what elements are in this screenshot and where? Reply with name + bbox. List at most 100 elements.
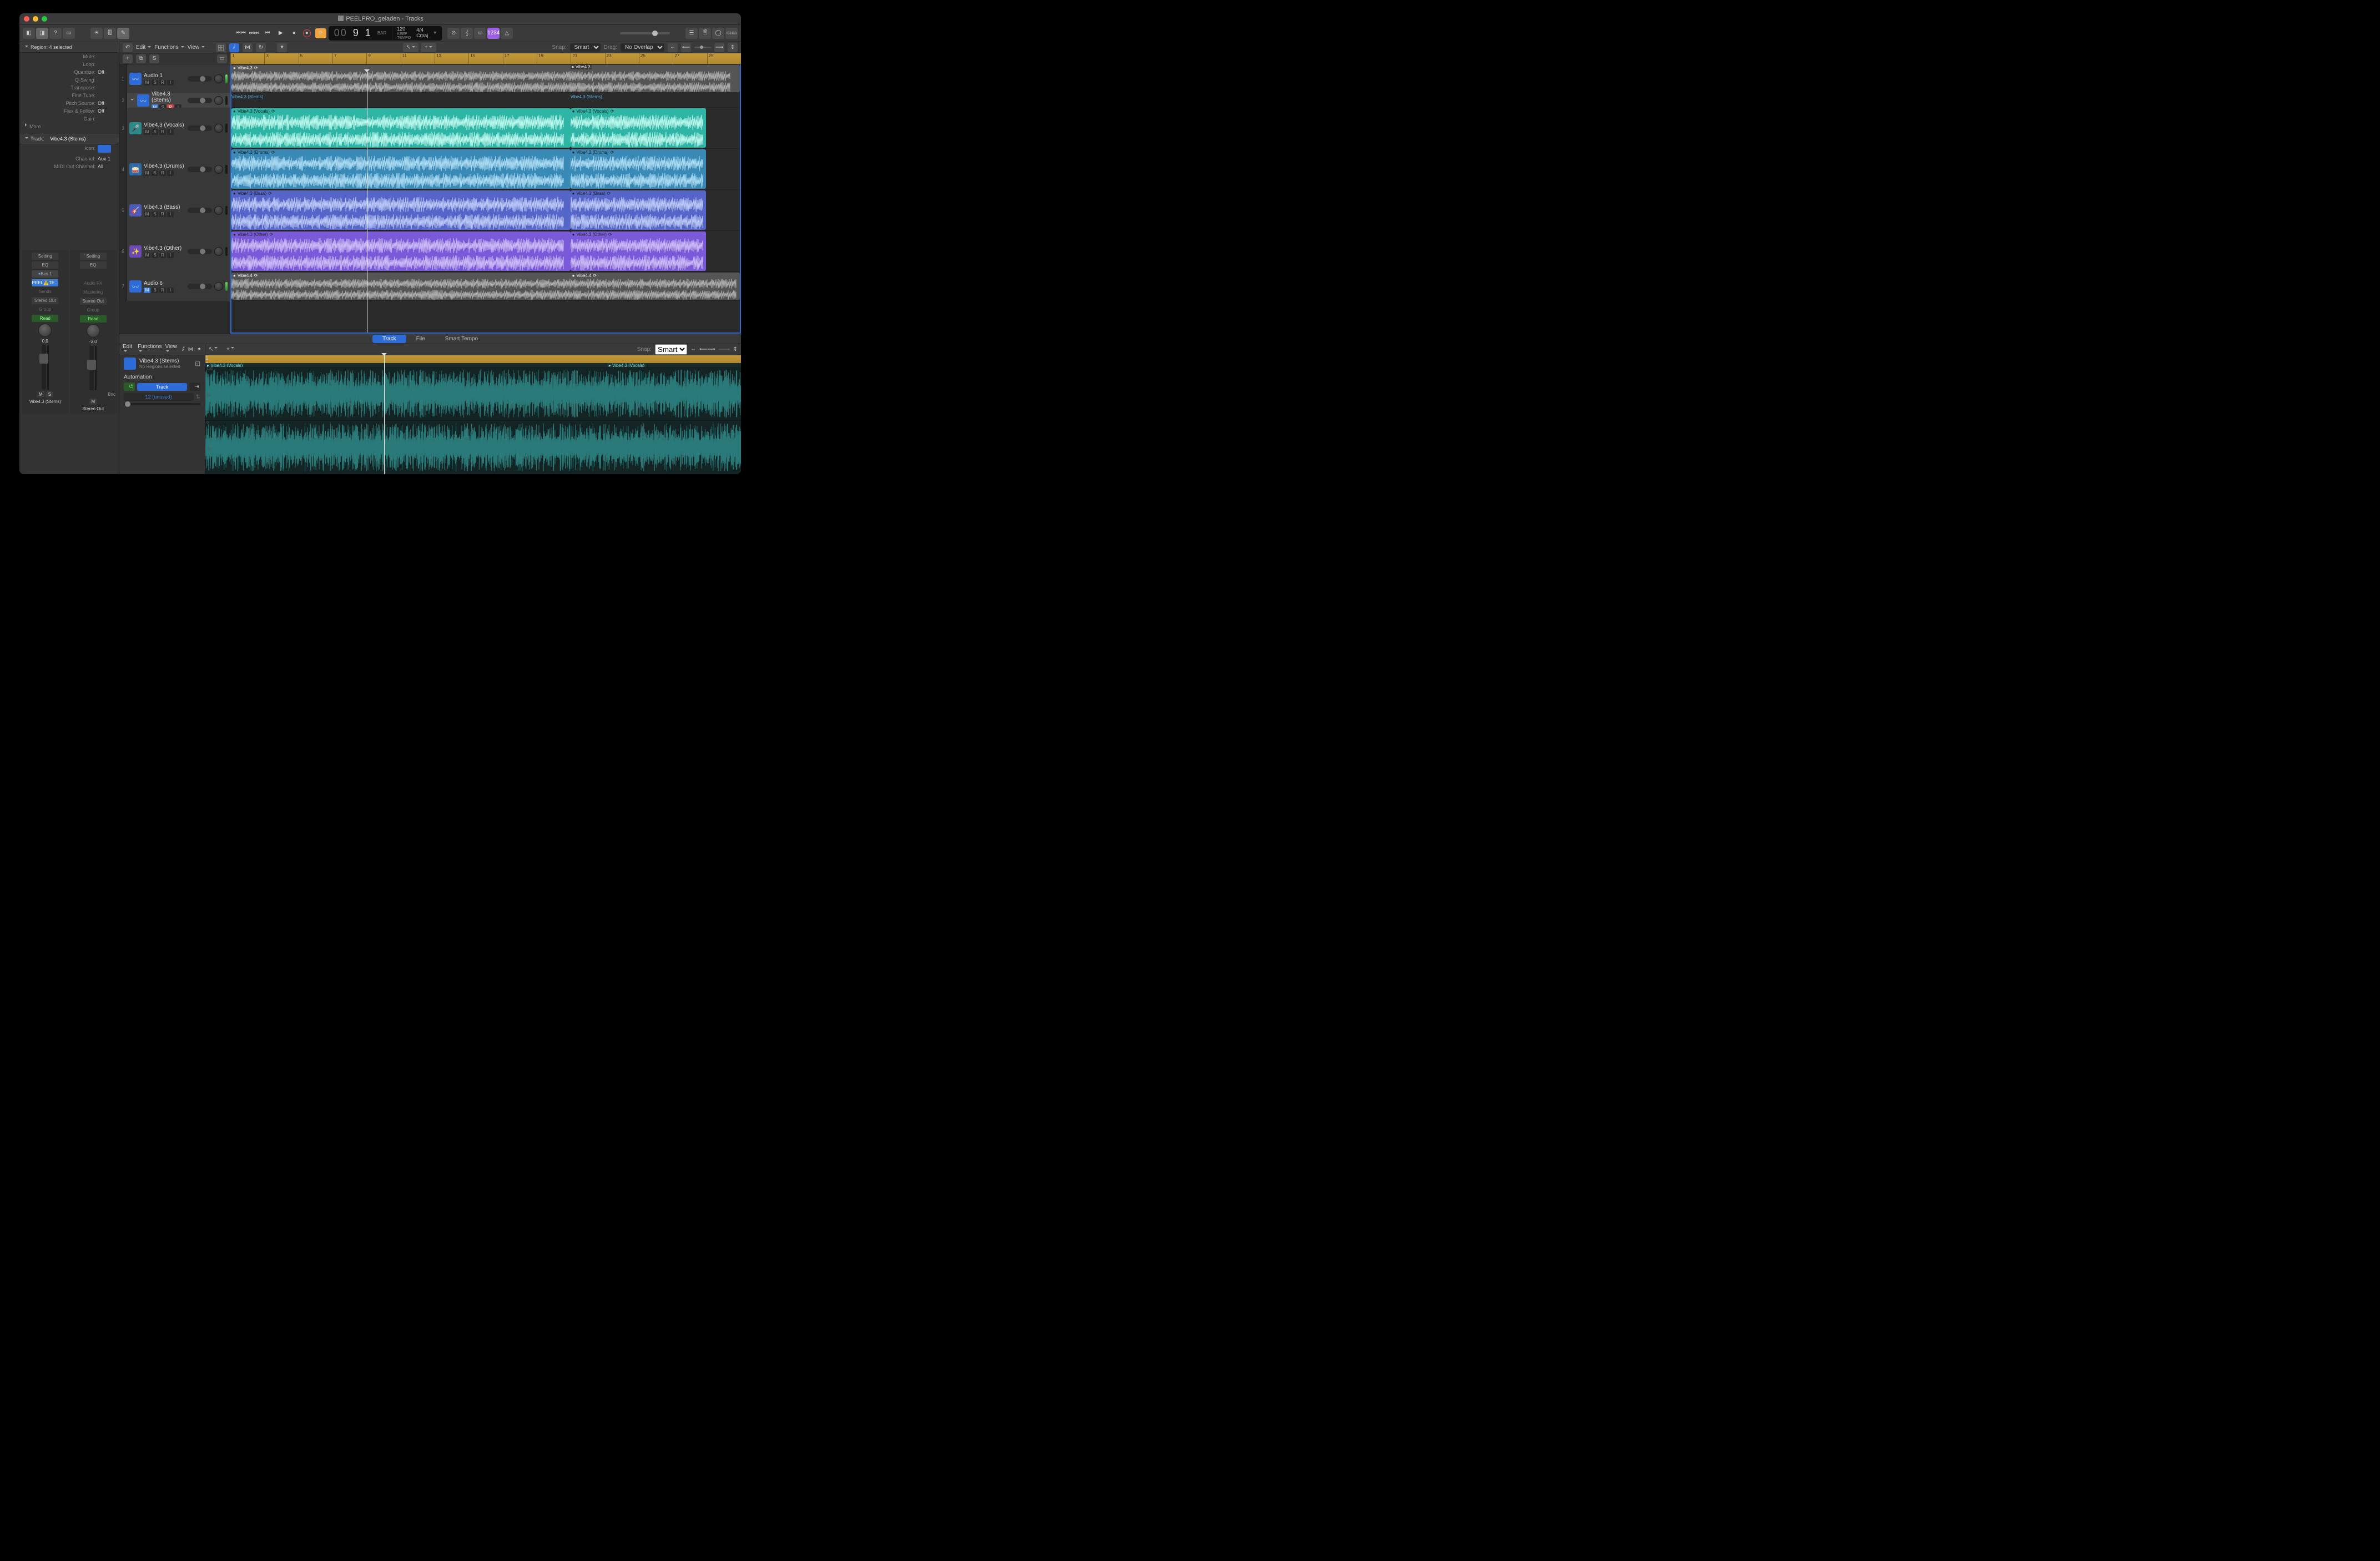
more-toggle[interactable]: More <box>19 123 119 130</box>
track-icon[interactable]: 🥁 <box>129 163 142 175</box>
master-volume-slider[interactable] <box>620 32 670 34</box>
automation-mode[interactable]: Read <box>32 315 58 322</box>
duplicate-track-button[interactable]: ⧉ <box>136 54 146 63</box>
record-mode[interactable]: ● <box>303 29 311 37</box>
editor-catch[interactable]: ✦ <box>197 346 201 353</box>
mixer-toggle[interactable]: ⫿⫿ <box>104 28 116 39</box>
forward-button[interactable]: ⏭⏭ <box>250 29 259 38</box>
track-r-button[interactable]: R <box>159 212 166 217</box>
audio-region[interactable]: ●Vibe4.4 ⟳ <box>571 273 740 300</box>
bounce-button[interactable]: Bnc <box>71 392 116 397</box>
track-volume-slider[interactable] <box>188 208 212 213</box>
track-lane[interactable]: ●Vibe4.3 (Bass) ⟳●Vibe4.3 (Bass) ⟳ <box>231 190 740 231</box>
mastering-label[interactable]: Mastering <box>80 289 107 296</box>
replace-mode[interactable]: ⊘ <box>447 28 460 39</box>
pan-knob[interactable] <box>87 324 100 338</box>
functions-menu[interactable]: Functions <box>154 44 184 51</box>
track-i-button[interactable]: I <box>167 80 174 85</box>
region-param-row[interactable]: Fine Tune: <box>19 92 119 99</box>
track-i-button[interactable]: I <box>167 253 174 258</box>
track-i-button[interactable]: I <box>167 288 174 293</box>
click-settings[interactable]: △ <box>501 28 513 39</box>
view-menu[interactable]: View <box>188 44 205 51</box>
track-m-button[interactable]: M <box>144 129 150 135</box>
audio-region[interactable]: ●Vibe4.3 (Vocals) ⟳ <box>231 108 571 148</box>
automation-param-select[interactable]: 12 (unused) <box>124 393 194 401</box>
track-m-button[interactable]: M <box>144 80 150 85</box>
track-s-button[interactable]: S <box>152 212 158 217</box>
editor-h-zoom-slider[interactable] <box>719 349 730 350</box>
automation-mode[interactable]: Read <box>80 315 107 323</box>
track-s-button[interactable]: S <box>152 253 158 258</box>
automation-share[interactable]: ⇥ <box>189 382 200 391</box>
lcd-display[interactable]: 00 9 1 BAR 120KEEPTEMPO 4/4Cmaj ▾ <box>329 26 442 41</box>
track-inspector-header[interactable]: Track: Vibe4.3 (Stems) <box>19 134 119 144</box>
region-param-row[interactable]: Loop: <box>19 61 119 68</box>
loop-icon[interactable]: ↻ <box>256 43 266 52</box>
track-volume-slider[interactable] <box>188 167 212 172</box>
region-param-row[interactable]: Gain: <box>19 115 119 123</box>
track-m-button[interactable]: M <box>144 288 150 293</box>
plugin-slot[interactable]: PEEL⚠️TE... <box>32 279 58 286</box>
audio-region[interactable]: ●Vibe4.3 (Other) ⟳ <box>571 231 706 271</box>
audio-region[interactable]: ●Vibe4.3 (Drums) ⟳ <box>571 149 706 189</box>
inspector-toggle[interactable]: ◨ <box>36 28 48 39</box>
track-i-button[interactable]: I <box>167 212 174 217</box>
track-number[interactable]: 2 <box>119 93 127 108</box>
track-r-button[interactable]: R <box>159 288 166 293</box>
automation-value-slider[interactable] <box>124 403 200 405</box>
minimize-window[interactable] <box>33 16 38 22</box>
track-pan-knob[interactable] <box>214 96 223 105</box>
snap-select[interactable]: Smart <box>570 43 601 52</box>
track-r-button[interactable]: R <box>159 129 166 135</box>
tab-track[interactable]: Track <box>372 335 406 343</box>
track-number[interactable]: 6 <box>119 231 127 272</box>
volume-fader[interactable] <box>89 346 94 390</box>
track-r-button[interactable]: R <box>159 170 166 176</box>
solo-button[interactable]: S <box>46 391 53 397</box>
smart-controls-toggle[interactable]: ☀ <box>90 28 103 39</box>
eq-button[interactable]: EQ <box>80 261 107 269</box>
track-m-button[interactable]: M <box>144 253 150 258</box>
global-solo-button[interactable]: S <box>149 54 159 63</box>
editor-edit-menu[interactable]: Edit <box>123 344 134 356</box>
track-lane[interactable]: ●Vibe4.4 ⟳●Vibe4.4 ⟳ <box>231 272 740 301</box>
close-window[interactable] <box>24 16 29 22</box>
audio-region[interactable]: ●Vibe4.3 (Bass) ⟳ <box>231 190 571 230</box>
editor-flex-toggle[interactable]: ⋈ <box>188 346 194 353</box>
track-number[interactable]: 4 <box>119 149 127 190</box>
track-s-button[interactable]: S <box>152 288 158 293</box>
audio-region[interactable]: ●Vibe4.3 (Drums) ⟳ <box>231 149 571 189</box>
editor-playhead[interactable] <box>384 354 385 474</box>
zoom-in-h[interactable]: ⟶ <box>714 43 724 52</box>
audio-region[interactable]: ●Vibe4.3 ⟳ <box>231 65 740 92</box>
output-button[interactable]: Stereo Out <box>80 298 107 305</box>
track-icon[interactable]: 〰 <box>129 73 142 85</box>
track-volume-slider[interactable] <box>188 76 212 82</box>
editor-pointer-tool[interactable]: ↖ <box>209 346 224 353</box>
movie-icon[interactable]: ✦ <box>277 43 287 52</box>
output-button[interactable]: Stereo Out <box>32 297 58 304</box>
track-pan-knob[interactable] <box>214 206 223 215</box>
track-header[interactable]: 〰 Audio 1MSRI <box>127 64 230 93</box>
volume-fader[interactable] <box>42 345 46 390</box>
metronome-button[interactable]: 1234 <box>487 28 500 39</box>
editor-snap-select[interactable]: Smart <box>655 344 687 355</box>
region-param-row[interactable]: Transpose: <box>19 84 119 92</box>
editor-loop-icon[interactable]: ◱ <box>195 361 200 367</box>
track-pan-knob[interactable] <box>214 124 223 133</box>
track-pan-knob[interactable] <box>214 282 223 291</box>
track-lane[interactable]: ●Vibe4.3 ⟳● Vibe4.3 <box>231 64 740 93</box>
quick-help-toggle[interactable]: ? <box>49 28 62 39</box>
audio-region[interactable]: ●Vibe4.3 (Vocals) ⟳ <box>571 108 706 148</box>
track-pan-knob[interactable] <box>214 247 223 256</box>
track-s-button[interactable]: S <box>152 170 158 176</box>
editor-zoom-v[interactable]: ⇕ <box>733 346 738 353</box>
h-zoom-slider[interactable] <box>694 47 711 48</box>
editor-automation-toggle[interactable]: ⫽ <box>182 346 184 353</box>
track-volume-slider[interactable] <box>188 98 212 103</box>
channel-value[interactable]: Aux 1 <box>98 155 114 162</box>
toolbar-toggle[interactable]: ▭ <box>63 28 75 39</box>
media-browser-toggle[interactable]: ▭▭ <box>725 28 738 39</box>
count-in-button[interactable]: ▭ <box>474 28 486 39</box>
